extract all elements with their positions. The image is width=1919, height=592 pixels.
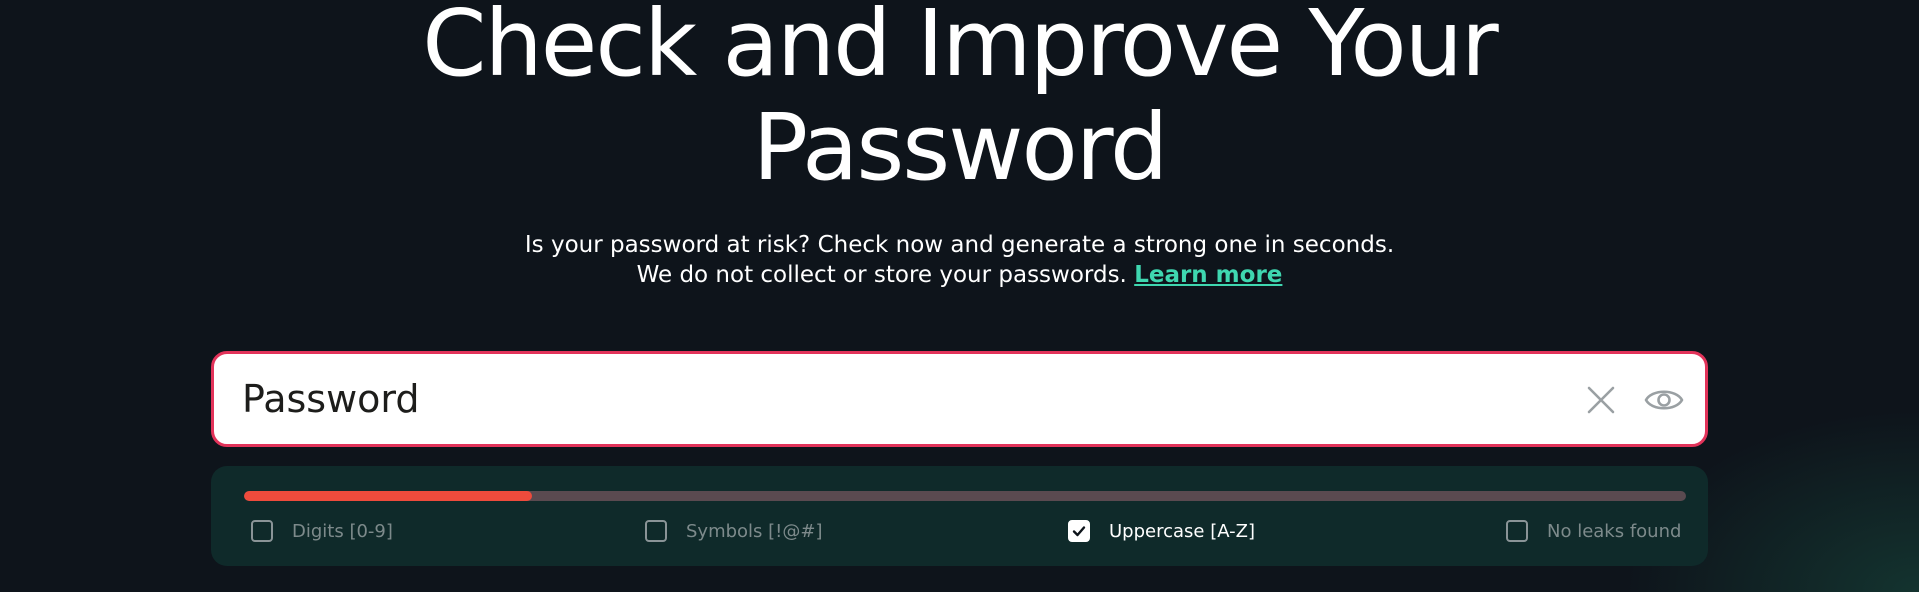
password-checker-page: Check and Improve Your Password Is your …	[0, 0, 1919, 592]
password-field-container	[211, 351, 1708, 447]
uppercase-checkbox[interactable]	[1068, 520, 1090, 542]
criterion-no-leaks[interactable]: No leaks found	[1506, 516, 1681, 546]
page-title: Check and Improve Your Password	[0, 0, 1919, 200]
subtitle-line-2: We do not collect or store your password…	[0, 260, 1919, 290]
password-input[interactable]	[242, 354, 1562, 444]
criterion-symbols[interactable]: Symbols [!@#]	[645, 516, 823, 546]
page-title-line-1: Check and Improve Your	[422, 0, 1499, 97]
symbols-label: Symbols [!@#]	[686, 520, 823, 542]
eye-icon[interactable]	[1644, 384, 1684, 416]
page-title-line-2: Password	[752, 94, 1169, 201]
page-subtitle: Is your password at risk? Check now and …	[0, 230, 1919, 290]
close-icon[interactable]	[1586, 385, 1616, 415]
criterion-uppercase[interactable]: Uppercase [A-Z]	[1068, 516, 1255, 546]
no-leaks-label: No leaks found	[1547, 520, 1682, 542]
symbols-checkbox[interactable]	[645, 520, 667, 542]
no-leaks-checkbox[interactable]	[1506, 520, 1528, 542]
criterion-digits[interactable]: Digits [0-9]	[251, 516, 393, 546]
privacy-note: We do not collect or store your password…	[636, 262, 1127, 288]
strength-meter	[244, 491, 1686, 501]
uppercase-label: Uppercase [A-Z]	[1109, 520, 1255, 542]
strength-panel: Digits [0-9] Symbols [!@#] Uppercase [A-…	[211, 466, 1708, 566]
subtitle-line-1: Is your password at risk? Check now and …	[524, 232, 1395, 258]
checkmark-icon	[1072, 526, 1086, 537]
digits-label: Digits [0-9]	[292, 520, 393, 542]
digits-checkbox[interactable]	[251, 520, 273, 542]
learn-more-link[interactable]: Learn more	[1134, 262, 1282, 288]
strength-meter-fill	[244, 491, 533, 501]
